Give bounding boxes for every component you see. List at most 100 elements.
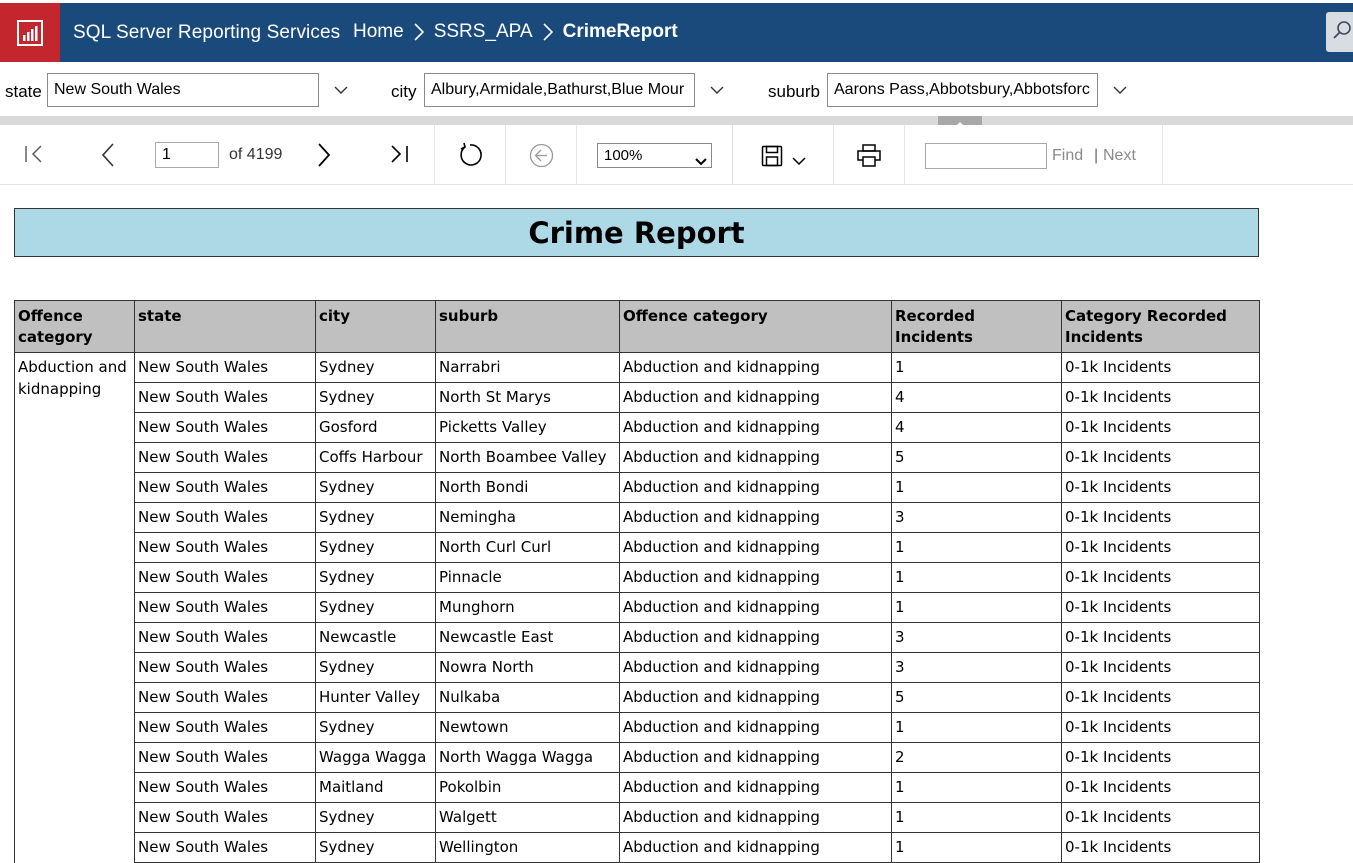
table-cell: 1 (891, 472, 1062, 503)
table-cell: Abduction and kidnapping (619, 442, 892, 473)
table-cell: 0-1k Incidents (1061, 742, 1260, 773)
toolbar-divider (576, 125, 577, 184)
print-icon[interactable] (857, 144, 881, 167)
chevron-down-icon[interactable] (333, 83, 349, 97)
breadcrumb-folder[interactable]: SSRS_APA (434, 21, 533, 43)
table-row: New South Wales Sydney North Curl Curl Abdu… (15, 532, 1260, 563)
table-cell: Sydney (315, 352, 436, 383)
table-row: New South Wales Hunter Valley Nulkaba Abduc… (15, 682, 1260, 713)
table-cell: Narrabri (435, 352, 620, 383)
table-cell: Abduction and kidnapping (619, 682, 892, 713)
table-cell: 0-1k Incidents (1061, 382, 1260, 413)
table-cell: Abduction and kidnapping (619, 652, 892, 683)
table-cell: 4 (891, 412, 1062, 443)
table-cell: New South Wales (134, 412, 316, 443)
table-cell: 0-1k Incidents (1061, 772, 1260, 803)
table-cell: 0-1k Incidents (1061, 592, 1260, 623)
table-row: New South Wales Sydney Wellington Abduction… (15, 832, 1260, 863)
table-cell: Abduction and kidnapping (619, 712, 892, 743)
zoom-select[interactable]: 100% (597, 143, 712, 168)
param-label-state: state (5, 82, 42, 101)
table-cell: 0-1k Incidents (1061, 352, 1260, 383)
search-button[interactable] (1326, 12, 1353, 52)
table-cell: Wellington (435, 832, 620, 863)
table-cell: Abduction and kidnapping (619, 622, 892, 653)
table-cell: New South Wales (134, 652, 316, 683)
table-cell: 1 (891, 562, 1062, 593)
table-cell: New South Wales (134, 592, 316, 623)
previous-page-icon[interactable] (101, 143, 115, 167)
find-next-button[interactable]: Next (1103, 147, 1136, 165)
table-cell: Abduction and kidnapping (619, 352, 892, 383)
table-cell: Newcastle (315, 622, 436, 653)
param-label-city: city (391, 82, 417, 101)
table-cell: 0-1k Incidents (1061, 562, 1260, 593)
table-cell: 3 (891, 622, 1062, 653)
breadcrumb-home[interactable]: Home (353, 21, 404, 43)
table-cell: Abduction and kidnapping (619, 472, 892, 503)
table-row: New South Wales Wagga Wagga North Wagga Wa… (15, 742, 1260, 773)
table-cell: Hunter Valley (315, 682, 436, 713)
toolbar-divider (434, 125, 435, 184)
table-cell: North Wagga Wagga (435, 742, 620, 773)
table-cell: 0-1k Incidents (1061, 832, 1260, 863)
chevron-down-icon[interactable] (709, 83, 725, 97)
table-cell: New South Wales (134, 802, 316, 833)
breadcrumb-current: CrimeReport (562, 21, 678, 42)
chevron-down-icon[interactable] (792, 157, 806, 165)
table-cell: Picketts Valley (435, 412, 620, 443)
find-next-separator: | (1094, 147, 1099, 164)
table-row: New South Wales Coffs Harbour North Boambe… (15, 442, 1260, 473)
parameter-splitter[interactable] (0, 116, 1353, 125)
city-param-input[interactable]: Albury,Armidale,Bathurst,Blue Mour (424, 73, 695, 107)
table-cell: Pokolbin (435, 772, 620, 803)
table-cell: Abduction and kidnapping (619, 742, 892, 773)
table-cell: 0-1k Incidents (1061, 412, 1260, 443)
table-cell: Sydney (315, 472, 436, 503)
page-total-label: of 4199 (229, 146, 283, 163)
table-cell: New South Wales (134, 832, 316, 863)
crime-report-table: Offence category state city suburb Offen… (14, 300, 1260, 863)
table-row: New South Wales Newcastle Newcastle East Ab… (15, 622, 1260, 653)
chevron-down-icon[interactable] (1112, 83, 1128, 97)
app-title[interactable]: SQL Server Reporting Services (73, 22, 340, 44)
table-cell: Sydney (315, 532, 436, 563)
save-icon[interactable] (761, 145, 783, 167)
table-cell: Nemingha (435, 502, 620, 533)
table-cell: 3 (891, 652, 1062, 683)
next-page-icon[interactable] (317, 143, 331, 167)
table-cell: Sydney (315, 592, 436, 623)
back-to-parent-icon[interactable] (529, 143, 554, 168)
table-row: New South Wales Sydney Newtown Abduction an… (15, 712, 1260, 743)
page-number-input[interactable]: 1 (155, 142, 219, 168)
parameter-pane: state New South Wales city Albury,Armida… (0, 62, 1353, 118)
table-cell: 1 (891, 832, 1062, 863)
table-cell: Abduction and kidnapping (619, 802, 892, 833)
ssrs-logo-icon[interactable] (0, 3, 60, 62)
find-button[interactable]: Find (1052, 147, 1083, 165)
table-cell: Abduction and kidnapping (619, 832, 892, 863)
table-cell: Newcastle East (435, 622, 620, 653)
toolbar-divider (904, 125, 905, 184)
refresh-icon[interactable] (457, 142, 483, 168)
table-cell: 0-1k Incidents (1061, 652, 1260, 683)
chevron-right-icon (543, 23, 553, 41)
find-text-input[interactable] (925, 143, 1047, 169)
table-cell: 1 (891, 712, 1062, 743)
table-cell: New South Wales (134, 532, 316, 563)
table-cell: 0-1k Incidents (1061, 622, 1260, 653)
table-cell: Sydney (315, 382, 436, 413)
suburb-param-input[interactable]: Aarons Pass,Abbotsbury,Abbotsforc (827, 73, 1098, 107)
table-cell: Pinnacle (435, 562, 620, 593)
offence-category-group-cell: Abduction and kidnapping (14, 352, 135, 863)
column-header: state (134, 300, 316, 353)
table-row: New South Wales Sydney Pinnacle Abduction a… (15, 562, 1260, 593)
first-page-icon[interactable] (24, 145, 44, 163)
collapse-params-button[interactable] (938, 116, 982, 126)
table-cell: 0-1k Incidents (1061, 502, 1260, 533)
state-param-input[interactable]: New South Wales (47, 73, 319, 107)
table-row: New South Wales Sydney North Bondi Abductio… (15, 472, 1260, 503)
last-page-icon[interactable] (389, 145, 409, 163)
table-cell: Newtown (435, 712, 620, 743)
table-cell: Nulkaba (435, 682, 620, 713)
